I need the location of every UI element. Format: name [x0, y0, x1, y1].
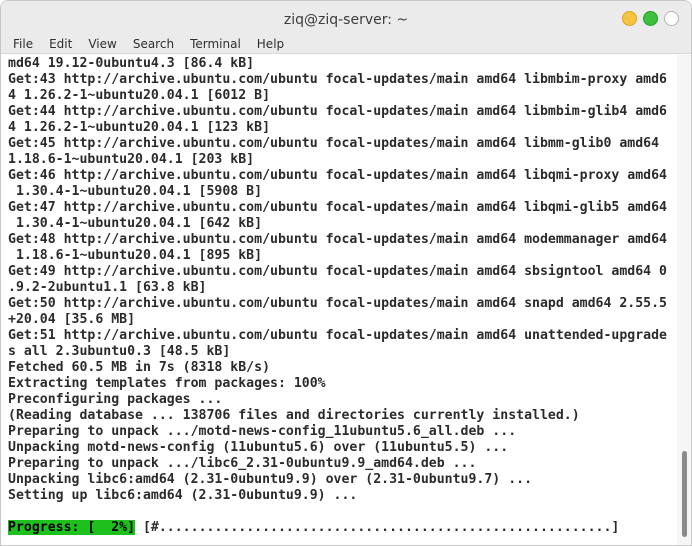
terminal-line: .9.2-2ubuntu1.1 [63.8 kB]	[8, 280, 207, 295]
progress-label: Progress: [ 2%]	[8, 520, 136, 535]
terminal-lines: md64 19.12-0ubuntu4.3 [86.4 kB] Get:43 ht…	[8, 56, 667, 504]
close-button[interactable]	[664, 11, 679, 26]
terminal-line: Get:43 http://archive.ubuntu.com/ubuntu …	[8, 72, 667, 87]
terminal-line: 1.18.6-1~ubuntu20.04.1 [895 kB]	[8, 248, 263, 263]
progress-bar-text: [#......................................…	[135, 520, 620, 535]
menu-file[interactable]: File	[5, 37, 41, 51]
terminal-line: Preconfiguring packages ...	[8, 392, 223, 407]
terminal-line: Setting up libc6:amd64 (2.31-0ubuntu9.9)…	[8, 488, 358, 503]
terminal-line: Preparing to unpack .../libc6_2.31-0ubun…	[8, 456, 477, 471]
title-bar[interactable]: ziq@ziq-server: ~	[1, 1, 691, 35]
terminal-line: (Reading database ... 138706 files and d…	[8, 408, 580, 423]
terminal-line: Fetched 60.5 MB in 7s (8318 kB/s)	[8, 360, 271, 375]
terminal-line: Get:45 http://archive.ubuntu.com/ubuntu …	[8, 136, 660, 151]
menu-search[interactable]: Search	[125, 37, 182, 51]
menu-terminal[interactable]: Terminal	[182, 37, 249, 51]
terminal-line: Get:47 http://archive.ubuntu.com/ubuntu …	[8, 200, 667, 215]
terminal-line: md64 19.12-0ubuntu4.3 [86.4 kB]	[8, 56, 255, 71]
terminal-line: Get:50 http://archive.ubuntu.com/ubuntu …	[8, 296, 667, 311]
terminal-line: 1.30.4-1~ubuntu20.04.1 [5908 B]	[8, 184, 263, 199]
terminal-window: ziq@ziq-server: ~ File Edit View Search …	[0, 0, 692, 546]
scrollbar-thumb[interactable]	[682, 451, 687, 537]
progress-row: Progress: [ 2%] [#......................…	[8, 520, 619, 536]
menu-view[interactable]: View	[80, 37, 124, 51]
terminal-line: Extracting templates from packages: 100%	[8, 376, 326, 391]
terminal-line: Get:44 http://archive.ubuntu.com/ubuntu …	[8, 104, 667, 119]
terminal-line: 1.30.4-1~ubuntu20.04.1 [642 kB]	[8, 216, 263, 231]
maximize-button[interactable]	[643, 11, 658, 26]
terminal-line: +20.04 [35.6 MB]	[8, 312, 136, 327]
scrollbar[interactable]	[677, 55, 691, 545]
terminal-line: Preparing to unpack .../motd-news-config…	[8, 424, 517, 439]
menu-help[interactable]: Help	[249, 37, 292, 51]
terminal-line: Get:48 http://archive.ubuntu.com/ubuntu …	[8, 232, 667, 247]
terminal-line: s all 2.3ubuntu0.3 [48.5 kB]	[8, 344, 231, 359]
terminal-line: Get:46 http://archive.ubuntu.com/ubuntu …	[8, 168, 667, 183]
minimize-button[interactable]	[622, 11, 637, 26]
menu-edit[interactable]: Edit	[41, 37, 80, 51]
terminal-line: Get:49 http://archive.ubuntu.com/ubuntu …	[8, 264, 667, 279]
terminal-line: 4 1.26.2-1~ubuntu20.04.1 [123 kB]	[8, 120, 271, 135]
terminal-line: Get:51 http://archive.ubuntu.com/ubuntu …	[8, 328, 667, 343]
terminal-line: 4 1.26.2-1~ubuntu20.04.1 [6012 B]	[8, 88, 271, 103]
terminal-line: Unpacking motd-news-config (11ubuntu5.6)…	[8, 440, 509, 455]
window-controls	[622, 11, 679, 26]
terminal-line: Unpacking libc6:amd64 (2.31-0ubuntu9.9) …	[8, 472, 533, 487]
terminal-line: 1.18.6-1~ubuntu20.04.1 [203 kB]	[8, 152, 255, 167]
window-title: ziq@ziq-server: ~	[283, 12, 409, 28]
terminal-output[interactable]: md64 19.12-0ubuntu4.3 [86.4 kB] Get:43 ht…	[1, 55, 679, 545]
menu-bar: File Edit View Search Terminal Help	[1, 35, 691, 54]
